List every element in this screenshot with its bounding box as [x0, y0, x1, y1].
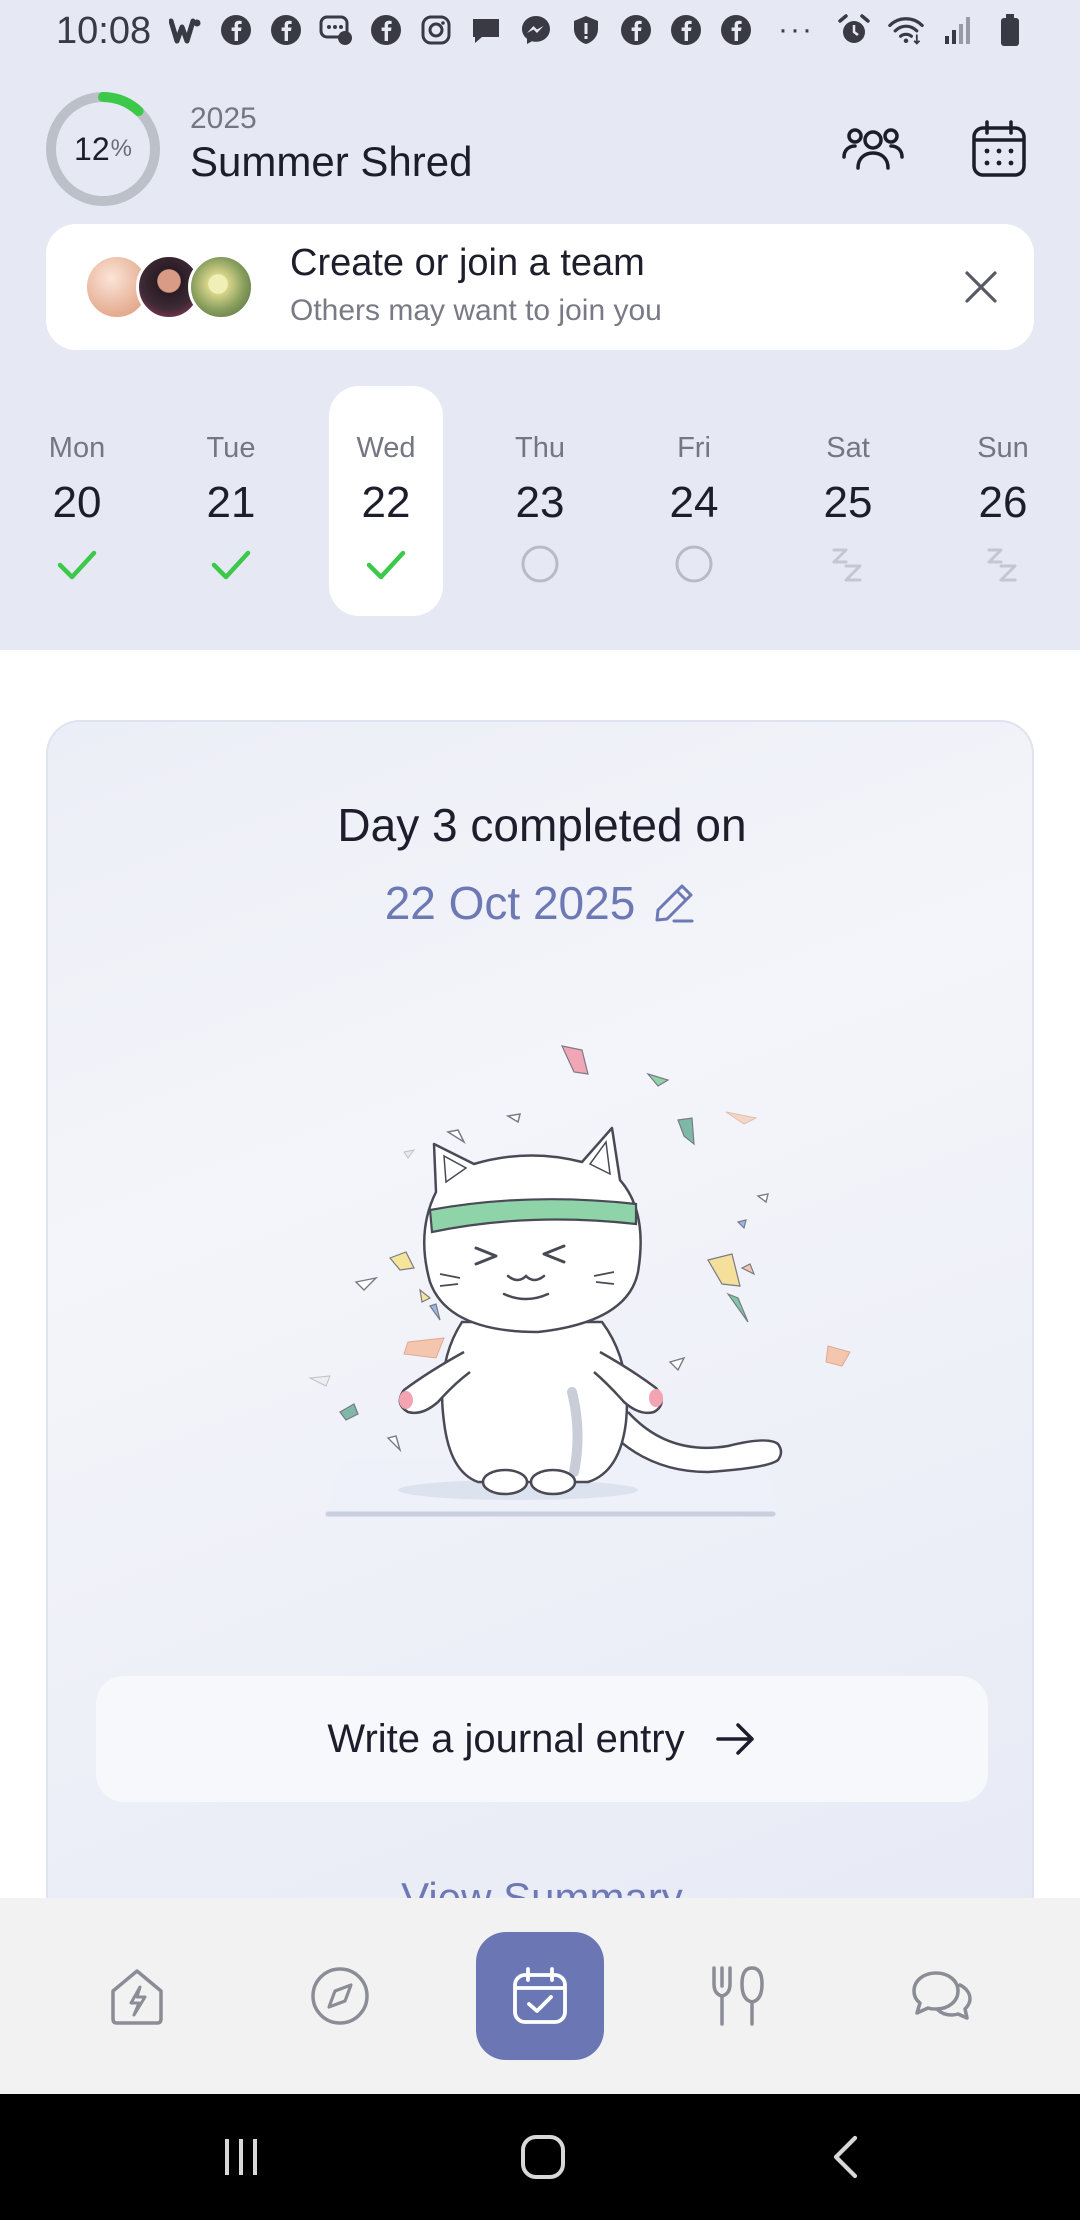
dismiss-team-card-button[interactable]	[956, 262, 1006, 312]
facebook-icon	[218, 12, 254, 48]
status-time: 10:08	[56, 10, 152, 52]
chat-icon	[912, 1971, 972, 2020]
nav-home[interactable]	[73, 1932, 201, 2060]
system-navigation-bar	[0, 2094, 1080, 2220]
day-number: 25	[823, 478, 873, 527]
day-fri[interactable]: Fri 24	[637, 386, 751, 616]
day-sun[interactable]: Sun 26	[946, 386, 1060, 616]
journal-button-label: Write a journal entry	[327, 1716, 685, 1761]
check-icon	[366, 550, 406, 580]
recents-icon	[225, 2139, 257, 2175]
nav-explore[interactable]	[276, 1932, 404, 2060]
rest-day-zz-icon	[832, 548, 862, 582]
home-bolt-icon	[111, 1969, 163, 2025]
facebook-icon	[618, 12, 654, 48]
day-thu[interactable]: Thu 23	[483, 386, 597, 616]
day-name: Tue	[206, 432, 256, 464]
facebook-icon	[668, 12, 704, 48]
day-name: Sun	[977, 432, 1029, 464]
day-number: 20	[52, 478, 102, 527]
notification-icons: ···	[168, 12, 814, 48]
day-name: Wed	[356, 432, 416, 464]
signal-icon	[940, 12, 976, 48]
nav-challenge[interactable]	[476, 1932, 604, 2060]
empty-circle-icon	[521, 545, 559, 583]
pencil-icon	[655, 884, 694, 923]
nav-chat[interactable]	[878, 1932, 1006, 2060]
week-strip: Mon 20 Tue 21 Wed 22 Thu 23 Fri 24 Sat 25 Sun 26	[0, 386, 1080, 616]
messenger-chat-icon	[318, 12, 354, 48]
day-name: Thu	[515, 432, 565, 464]
wifi-icon	[888, 12, 924, 48]
back-button[interactable]	[810, 2124, 880, 2190]
bottom-navigation	[0, 1898, 1080, 2094]
close-icon	[965, 271, 997, 303]
shield-alert-icon	[568, 12, 604, 48]
day-number: 22	[361, 478, 411, 527]
calendar-button[interactable]	[964, 114, 1034, 184]
home-icon	[521, 2135, 565, 2179]
day-name: Fri	[677, 432, 711, 464]
facebook-icon	[368, 12, 404, 48]
back-icon	[833, 2135, 858, 2179]
facebook-icon	[268, 12, 304, 48]
completion-heading: Day 3 completed on	[337, 799, 747, 851]
instagram-icon	[418, 12, 454, 48]
alarm-icon	[836, 12, 872, 48]
completion-date-row: 22 Oct 2025	[48, 876, 1032, 930]
check-icon	[57, 550, 97, 580]
write-journal-button[interactable]: Write a journal entry	[96, 1676, 988, 1802]
calendar-check-icon	[513, 1967, 567, 2024]
team-button[interactable]	[838, 114, 908, 184]
team-card-title: Create or join a team	[290, 242, 645, 284]
day-number: 23	[515, 478, 565, 527]
completion-date: 22 Oct 2025	[384, 877, 636, 929]
team-invite-card[interactable]: Create or join a team Others may want to…	[46, 224, 1034, 350]
messenger-icon	[518, 12, 554, 48]
nav-nutrition[interactable]	[674, 1932, 802, 2060]
day-name: Sat	[826, 432, 870, 464]
calendar-icon	[972, 120, 1026, 177]
arrow-right-icon	[715, 1723, 754, 1755]
day-completion-card: Day 3 completed on 22 Oct 2025 Write a j…	[46, 720, 1034, 1920]
day-mon[interactable]: Mon 20	[20, 386, 134, 616]
day-name: Mon	[48, 432, 106, 464]
day-tue[interactable]: Tue 21	[174, 386, 288, 616]
compass-icon	[311, 1967, 369, 2025]
challenge-year: 2025	[190, 102, 257, 135]
edit-date-button[interactable]	[649, 878, 699, 928]
progress-unit: %	[110, 135, 132, 162]
progress-value: 12	[74, 130, 110, 167]
system-status-icons	[836, 12, 1028, 48]
wattpad-icon	[168, 12, 204, 48]
team-card-subtitle: Others may want to join you	[290, 294, 662, 327]
day-number: 24	[669, 478, 719, 527]
more-notifications-icon: ···	[778, 13, 814, 46]
facebook-icon	[718, 12, 754, 48]
home-button[interactable]	[508, 2124, 578, 2190]
challenge-header: 12% 2025 Summer Shred	[0, 84, 1080, 214]
rest-day-zz-icon	[987, 548, 1017, 582]
celebrating-cat-illustration	[308, 1045, 851, 1517]
avatar	[188, 254, 254, 320]
status-bar: 10:08 ···	[0, 0, 1080, 64]
challenge-title: Summer Shred	[190, 138, 473, 185]
group-icon	[842, 128, 904, 170]
message-icon	[468, 12, 504, 48]
recents-button[interactable]	[206, 2124, 276, 2190]
check-icon	[211, 550, 251, 580]
day-number: 21	[206, 478, 256, 527]
utensils-icon	[712, 1966, 764, 2026]
avatar-stack	[84, 254, 264, 320]
battery-icon	[992, 12, 1028, 48]
day-wed[interactable]: Wed 22	[329, 386, 443, 616]
progress-percentage: 12%	[44, 90, 162, 208]
day-number: 26	[978, 478, 1028, 527]
empty-circle-icon	[675, 545, 713, 583]
day-sat[interactable]: Sat 25	[791, 386, 905, 616]
